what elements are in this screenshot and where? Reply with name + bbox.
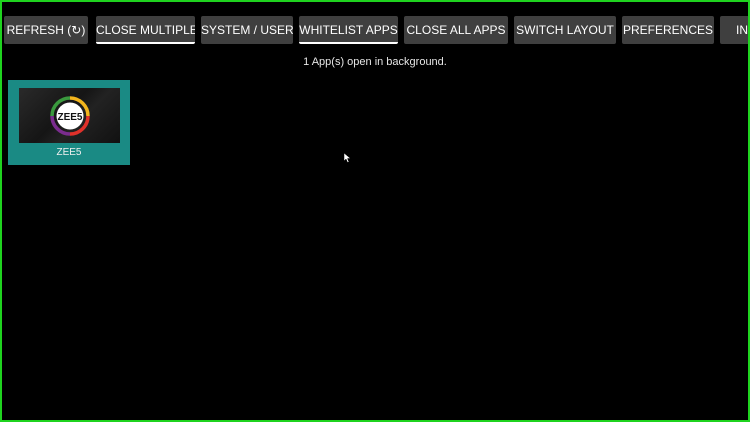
system-user-button[interactable]: SYSTEM / USER (201, 16, 293, 44)
switch-layout-button[interactable]: SWITCH LAYOUT (514, 16, 616, 44)
info-button[interactable]: INT (720, 16, 748, 44)
close-multiple-button[interactable]: CLOSE MULTIPLE (96, 16, 195, 44)
app-banner: ZEE5 (19, 88, 120, 143)
background-apps-status: 1 App(s) open in background. (303, 56, 447, 68)
app-window: REFRESH (↻) CLOSE MULTIPLE SYSTEM / USER… (0, 0, 750, 422)
preferences-button[interactable]: PREFERENCES (622, 16, 714, 44)
refresh-button[interactable]: REFRESH (↻) (4, 16, 88, 44)
zee5-logo-icon: ZEE5 (50, 96, 90, 136)
close-all-apps-button[interactable]: CLOSE ALL APPS (404, 16, 508, 44)
app-tile-zee5[interactable]: ZEE5 ZEE5 (8, 80, 130, 165)
app-tile-label: ZEE5 (56, 147, 82, 158)
whitelist-apps-button[interactable]: WHITELIST APPS (299, 16, 398, 44)
mouse-pointer-icon (344, 153, 351, 163)
zee5-logo-text: ZEE5 (57, 112, 82, 123)
